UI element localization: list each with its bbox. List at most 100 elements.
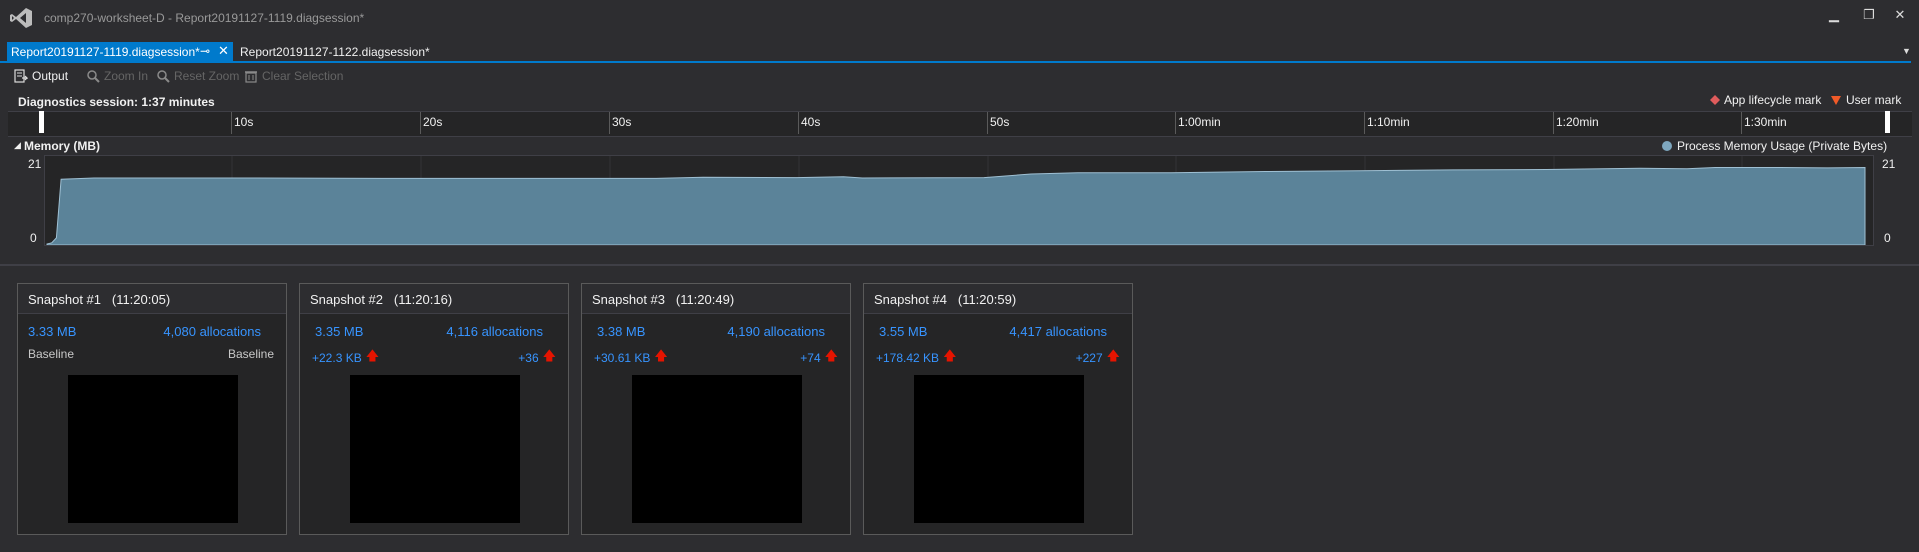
timeline-ruler[interactable] (8, 111, 1912, 137)
alloc-diff-value: +36 (518, 351, 539, 365)
snapshot-size-link[interactable]: 3.55 MB (879, 324, 927, 339)
size-diff-value: +22.3 KB (312, 351, 362, 365)
snapshot-allocations-link[interactable]: 4,417 allocations (1009, 324, 1107, 339)
tab-label: Report20191127-1122.diagsession* (240, 45, 430, 59)
output-label: Output (32, 69, 69, 83)
user-mark-label: User mark (1846, 93, 1902, 107)
zoom-in-label: Zoom In (104, 69, 149, 83)
snapshot-thumbnail (68, 375, 238, 523)
ruler-tick-label: 40s (801, 115, 821, 129)
snapshot-header: Snapshot #3 (11:20:49) (582, 284, 850, 314)
ruler-start-handle[interactable] (39, 111, 44, 133)
ruler-tick-label: 30s (612, 115, 632, 129)
snapshot-title: Snapshot #4 (11:20:59) (874, 292, 1016, 307)
tab-underline (0, 61, 1911, 63)
y-axis-min-left: 0 (30, 231, 37, 245)
clear-selection-label: Clear Selection (262, 69, 344, 83)
snapshot-card[interactable]: Snapshot #3 (11:20:49) 3.38 MB 4,190 all… (581, 283, 851, 535)
snapshot-size-link[interactable]: 3.38 MB (597, 324, 645, 339)
snapshot-header: Snapshot #4 (11:20:59) (864, 284, 1132, 314)
snapshot-time: (11:20:05) (111, 292, 171, 307)
snapshot-alloc-diff[interactable]: +36 🡅 (518, 347, 556, 369)
snapshot-thumbnail (632, 375, 802, 523)
increase-arrow-icon: 🡅 (1106, 348, 1120, 363)
alloc-diff-value: Baseline (227, 347, 274, 361)
snapshot-size-diff[interactable]: +30.61 KB 🡅 (594, 347, 668, 369)
snapshot-thumbnail (914, 375, 1084, 523)
ruler-tick-label: 1:30min (1744, 115, 1787, 129)
ruler-tick-line (987, 112, 988, 134)
alloc-diff-value: +74 (800, 351, 821, 365)
snapshot-size-diff[interactable]: +178.42 KB 🡅 (876, 347, 956, 369)
snapshot-time: (11:20:16) (393, 292, 453, 307)
ruler-tick-line (420, 112, 421, 134)
snapshot-allocations-link[interactable]: 4,080 allocations (163, 324, 261, 339)
pin-icon[interactable]: ⊸ (200, 44, 210, 58)
tab-dropdown-icon[interactable]: ▼ (1902, 46, 1911, 56)
memory-section-title: Memory (MB) (24, 139, 101, 153)
ruler-tick-line (1364, 112, 1365, 134)
alloc-diff-value: +227 (1075, 351, 1103, 365)
clear-selection-icon (245, 71, 257, 83)
snapshot-allocations-link[interactable]: 4,190 allocations (727, 324, 825, 339)
ruler-tick-line (798, 112, 799, 134)
snapshot-time: (11:20:49) (675, 292, 735, 307)
snapshot-header: Snapshot #2 (11:20:16) (300, 284, 568, 314)
close-tab-icon[interactable]: ✕ (218, 43, 229, 59)
window-title: comp270-worksheet-D - Report20191127-111… (44, 11, 365, 25)
y-axis-max-left: 21 (28, 157, 42, 171)
snapshot-title: Snapshot #3 (11:20:49) (592, 292, 734, 307)
output-button[interactable]: Output (14, 67, 68, 85)
ruler-tick-line (609, 112, 610, 134)
snapshot-allocations-link[interactable]: 4,116 allocations (446, 324, 543, 339)
snapshot-card[interactable]: Snapshot #1 (11:20:05) 3.33 MB 4,080 all… (17, 283, 287, 535)
snapshot-name: Snapshot #3 (592, 292, 666, 307)
memory-chart[interactable] (44, 155, 1874, 246)
close-window-button[interactable]: ✕ (1886, 4, 1914, 26)
memory-legend: Process Memory Usage (Private Bytes) (1661, 139, 1887, 153)
snapshot-size-link[interactable]: 3.35 MB (315, 324, 363, 339)
increase-arrow-icon: 🡅 (654, 348, 668, 363)
snapshot-time: (11:20:59) (957, 292, 1017, 307)
snapshot-alloc-diff[interactable]: +74 🡅 (800, 347, 838, 369)
snapshot-name: Snapshot #1 (28, 292, 102, 307)
reset-zoom-button[interactable]: Reset Zoom (156, 67, 239, 85)
memory-legend-label: Process Memory Usage (Private Bytes) (1677, 139, 1888, 153)
increase-arrow-icon: 🡅 (824, 348, 838, 363)
snapshot-alloc-diff: Baseline (228, 347, 274, 361)
user-mark-legend: User mark (1830, 93, 1901, 107)
snapshot-size-link[interactable]: 3.33 MB (28, 324, 76, 339)
snapshot-size-diff[interactable]: +22.3 KB 🡅 (312, 347, 379, 369)
snapshot-alloc-diff[interactable]: +227 🡅 (1076, 347, 1120, 369)
ruler-tick-label: 1:20min (1556, 115, 1599, 129)
y-axis-max-right: 21 (1882, 157, 1896, 171)
size-diff-value: Baseline (28, 347, 75, 361)
snapshot-thumbnail (350, 375, 520, 523)
section-divider (0, 264, 1919, 266)
snapshot-card[interactable]: Snapshot #4 (11:20:59) 3.55 MB 4,417 all… (863, 283, 1133, 535)
ruler-tick-line (231, 112, 232, 134)
y-axis-min-right: 0 (1884, 231, 1891, 245)
ruler-tick-line (1175, 112, 1176, 134)
ruler-tick-label: 10s (234, 115, 254, 129)
snapshot-title: Snapshot #1 (11:20:05) (28, 292, 170, 307)
output-icon (14, 69, 28, 83)
increase-arrow-icon: 🡅 (542, 348, 556, 363)
ruler-end-handle[interactable] (1885, 111, 1890, 133)
snapshot-name: Snapshot #4 (874, 292, 948, 307)
snapshot-card[interactable]: Snapshot #2 (11:20:16) 3.35 MB 4,116 all… (299, 283, 569, 535)
visual-studio-logo-icon (10, 8, 32, 28)
collapse-arrow-icon[interactable]: ◢ (14, 140, 21, 151)
snapshot-title: Snapshot #2 (11:20:16) (310, 292, 452, 307)
diamond-icon (1710, 95, 1720, 105)
tab-report-1119[interactable]: Report20191127-1119.diagsession* ⊸ ✕ (7, 42, 233, 62)
increase-arrow-icon: 🡅 (365, 348, 380, 363)
reset-zoom-label: Reset Zoom (174, 69, 240, 83)
magnifier-icon (157, 70, 170, 83)
zoom-in-button[interactable]: Zoom In (86, 67, 148, 85)
circle-legend-icon (1662, 141, 1672, 151)
ruler-tick-line (1741, 112, 1742, 134)
minimize-button[interactable]: ▁ (1820, 4, 1848, 26)
clear-selection-button[interactable]: Clear Selection (244, 67, 343, 85)
restore-button[interactable]: ❐ (1855, 4, 1883, 26)
